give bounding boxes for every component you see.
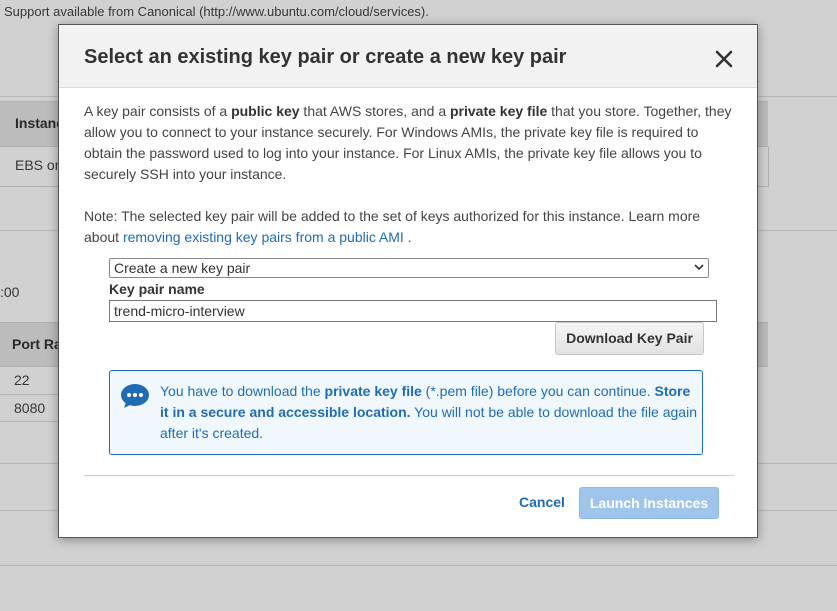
dialog-header: Select an existing key pair or create a … — [59, 25, 757, 88]
info-alert: You have to download the private key fil… — [109, 370, 703, 455]
key-pair-action-select[interactable]: Create a new key pair — [109, 258, 709, 278]
info-text: (*.pem file) before you can continue. — [421, 383, 655, 399]
close-icon[interactable] — [709, 45, 739, 73]
key-pair-name-label: Key pair name — [109, 281, 205, 297]
footer-divider — [84, 475, 734, 476]
description-bold-public-key: public key — [231, 103, 300, 119]
removing-key-pairs-link[interactable]: removing existing key pairs from a publi… — [123, 229, 404, 245]
launch-instances-button[interactable]: Launch Instances — [579, 487, 719, 519]
select-value: Create a new key pair — [114, 260, 251, 276]
key-pair-name-input[interactable]: trend-micro-interview — [109, 300, 717, 322]
note-end: . — [403, 229, 412, 245]
info-message: You have to download the private key fil… — [160, 381, 700, 444]
chevron-down-icon — [694, 264, 704, 271]
cancel-button[interactable]: Cancel — [519, 494, 565, 510]
description-text: that AWS stores, and a — [299, 103, 450, 119]
key-pair-dialog: Select an existing key pair or create a … — [58, 24, 758, 538]
description-bold-private-key: private key file — [450, 103, 548, 119]
chat-bubble-icon — [121, 384, 149, 408]
key-pair-description: A key pair consists of a public key that… — [84, 101, 734, 185]
dialog-title: Select an existing key pair or create a … — [84, 46, 567, 68]
download-key-pair-button[interactable]: Download Key Pair — [555, 322, 704, 355]
info-text: You have to download the — [160, 383, 325, 399]
info-bold-private-key: private key file — [324, 383, 422, 399]
description-text: A key pair consists of a — [84, 103, 232, 119]
note-text: Note: The selected key pair will be adde… — [84, 206, 734, 248]
